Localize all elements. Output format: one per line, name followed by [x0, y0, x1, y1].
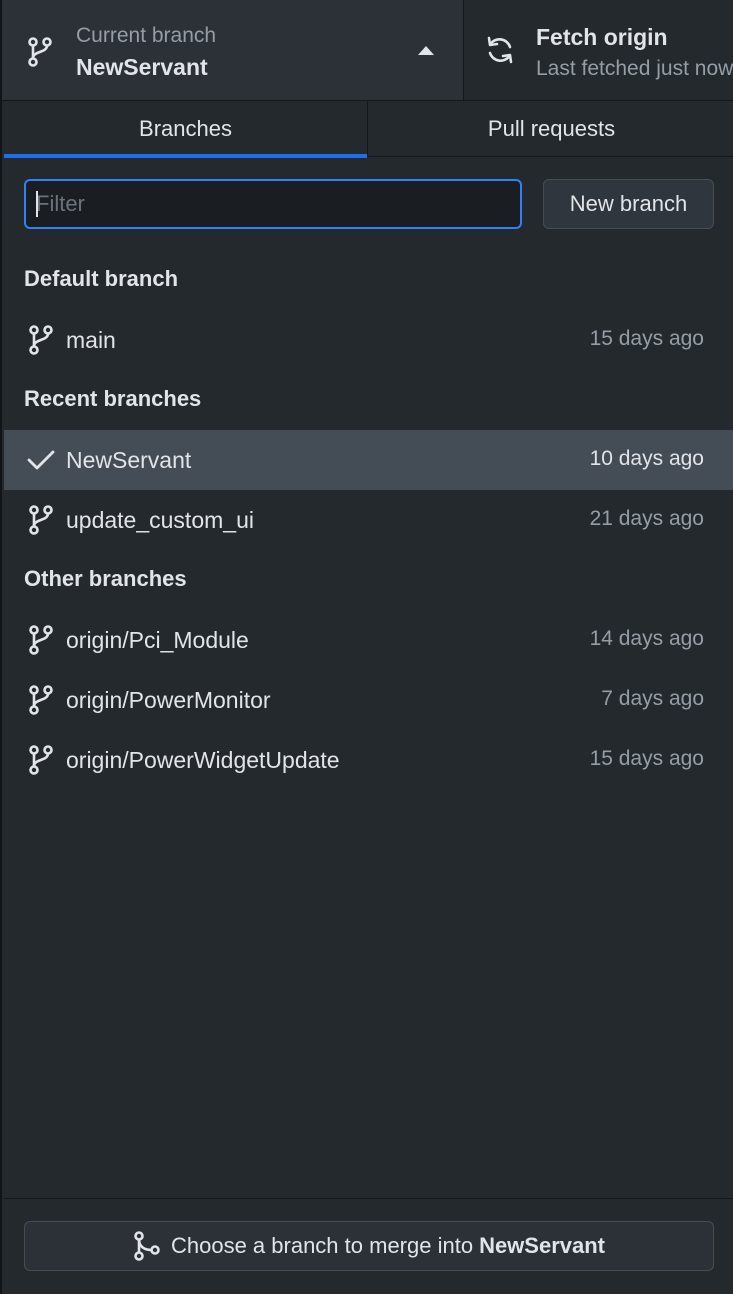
new-branch-button[interactable]: New branch [543, 179, 714, 229]
branch-time: 21 days ago [589, 507, 704, 530]
branch-time: 15 days ago [589, 747, 704, 770]
branch-row-origin-pci-module[interactable]: origin/Pci_Module 14 days ago [4, 610, 733, 670]
check-icon [27, 450, 55, 470]
footer: Choose a branch to merge into NewServant [4, 1198, 733, 1294]
branch-time: 15 days ago [589, 327, 704, 350]
caret-up-icon [418, 46, 434, 55]
git-branch-icon [29, 745, 53, 775]
git-merge-icon [134, 1231, 160, 1261]
git-branch-icon [29, 685, 53, 715]
toolbar: Current branch NewServant Fetch origin L… [2, 0, 733, 101]
section-default-branch: Default branch [24, 266, 179, 291]
branch-name: origin/PowerMonitor [66, 687, 271, 713]
branch-time: 14 days ago [589, 627, 704, 650]
git-branch-icon [29, 505, 53, 535]
branch-name: main [66, 327, 116, 353]
branch-name: origin/Pci_Module [66, 627, 249, 653]
current-branch-button[interactable]: Current branch NewServant [2, 0, 464, 100]
branch-name: update_custom_ui [66, 507, 254, 533]
tab-pull-requests[interactable]: Pull requests [368, 101, 733, 157]
branch-row-origin-powerwidgetupdate[interactable]: origin/PowerWidgetUpdate 15 days ago [4, 730, 733, 790]
text-cursor [36, 191, 38, 217]
branches-panel: Current branch NewServant Fetch origin L… [0, 0, 733, 1294]
section-recent-branches: Recent branches [24, 386, 202, 411]
current-branch-name: NewServant [76, 54, 208, 80]
branch-time: 10 days ago [589, 447, 704, 470]
git-branch-icon [29, 325, 53, 355]
current-branch-caption: Current branch [76, 24, 217, 47]
git-branch-icon [28, 37, 52, 67]
tab-bar: Branches Pull requests [4, 101, 733, 158]
filter-input[interactable] [24, 179, 522, 229]
branch-name: NewServant [66, 447, 192, 473]
branch-row-main[interactable]: main 15 days ago [4, 310, 733, 370]
section-other-branches: Other branches [24, 566, 187, 591]
branch-row-newservant[interactable]: NewServant 10 days ago [4, 430, 733, 490]
last-fetched-label: Last fetched just now [536, 57, 733, 80]
sync-icon [487, 36, 513, 64]
branch-time: 7 days ago [601, 687, 704, 710]
fetch-origin-button[interactable]: Fetch origin Last fetched just now [464, 0, 733, 100]
filter-row: New branch [24, 179, 714, 229]
merge-button-label: Choose a branch to merge into [170, 1233, 474, 1258]
merge-target-branch: NewServant [479, 1233, 606, 1258]
branch-row-update-custom-ui[interactable]: update_custom_ui 21 days ago [4, 490, 733, 550]
branch-row-origin-powermonitor[interactable]: origin/PowerMonitor 7 days ago [4, 670, 733, 730]
tab-branches[interactable]: Branches [4, 101, 368, 158]
branch-name: origin/PowerWidgetUpdate [66, 747, 340, 773]
fetch-origin-label: Fetch origin [536, 24, 668, 50]
merge-into-branch-button[interactable]: Choose a branch to merge into NewServant [24, 1221, 714, 1271]
git-branch-icon [29, 625, 53, 655]
